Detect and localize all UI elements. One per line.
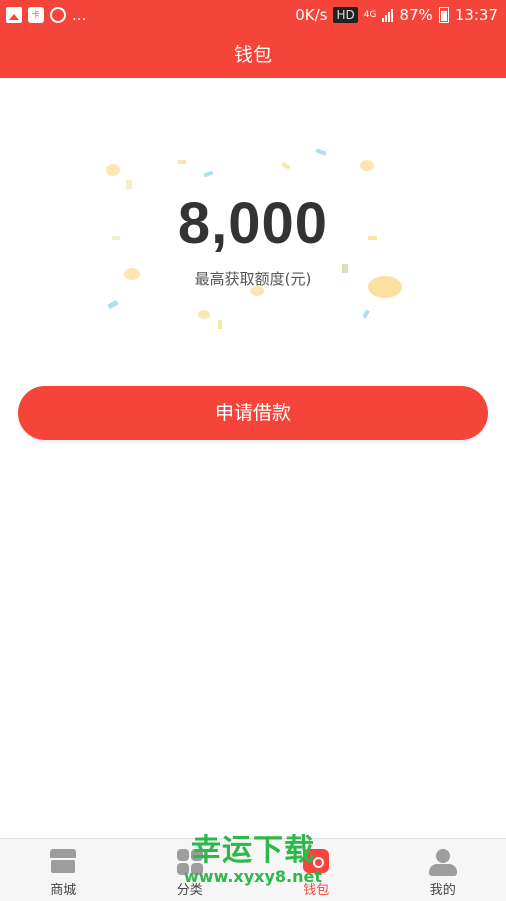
confetti-decoration — [316, 148, 327, 155]
hd-badge: HD — [333, 7, 357, 23]
tab-wallet[interactable]: 钱包 — [253, 839, 380, 901]
confetti-decoration — [282, 162, 291, 169]
confetti-decoration — [178, 160, 186, 164]
confetti-decoration — [107, 300, 118, 309]
clock: 13:37 — [455, 6, 498, 24]
tab-me[interactable]: 我的 — [380, 839, 506, 901]
more-notifications: ... — [72, 6, 86, 24]
wallet-icon — [303, 849, 329, 873]
image-notification-icon — [6, 7, 22, 23]
tab-shop-label: 商城 — [0, 879, 127, 898]
app-notification-icon: 卡 — [28, 7, 44, 23]
tab-shop[interactable]: 商城 — [0, 839, 127, 901]
confetti-decoration — [126, 180, 132, 189]
battery-icon — [439, 7, 449, 23]
coin-decoration — [360, 160, 374, 171]
sync-notification-icon — [50, 7, 66, 23]
credit-amount: 8,000 — [0, 190, 506, 257]
page-header: 钱包 — [0, 32, 506, 78]
signal-icon — [382, 8, 393, 22]
battery-percent: 87% — [399, 6, 432, 24]
coin-decoration — [106, 164, 120, 176]
confetti-decoration — [204, 171, 214, 178]
tab-me-label: 我的 — [380, 879, 506, 898]
shop-icon — [50, 849, 76, 873]
tab-category-label: 分类 — [127, 879, 254, 898]
page-title: 钱包 — [234, 44, 272, 66]
user-icon — [429, 849, 457, 877]
network-speed: 0K/s — [295, 6, 327, 24]
credit-amount-label: 最高获取额度(元) — [0, 268, 506, 289]
apply-loan-button[interactable]: 申请借款 — [18, 386, 488, 440]
status-bar: 卡 ... 0K/s HD 4G 87% 13:37 — [0, 0, 506, 32]
category-icon — [177, 849, 203, 875]
bottom-tab-bar: 商城 分类 钱包 我的 — [0, 838, 506, 901]
tab-category[interactable]: 分类 — [127, 839, 254, 901]
confetti-decoration — [362, 310, 369, 319]
confetti-decoration — [218, 320, 222, 329]
tab-wallet-label: 钱包 — [253, 879, 380, 898]
coin-decoration — [198, 310, 210, 319]
network-type: 4G — [364, 11, 377, 19]
